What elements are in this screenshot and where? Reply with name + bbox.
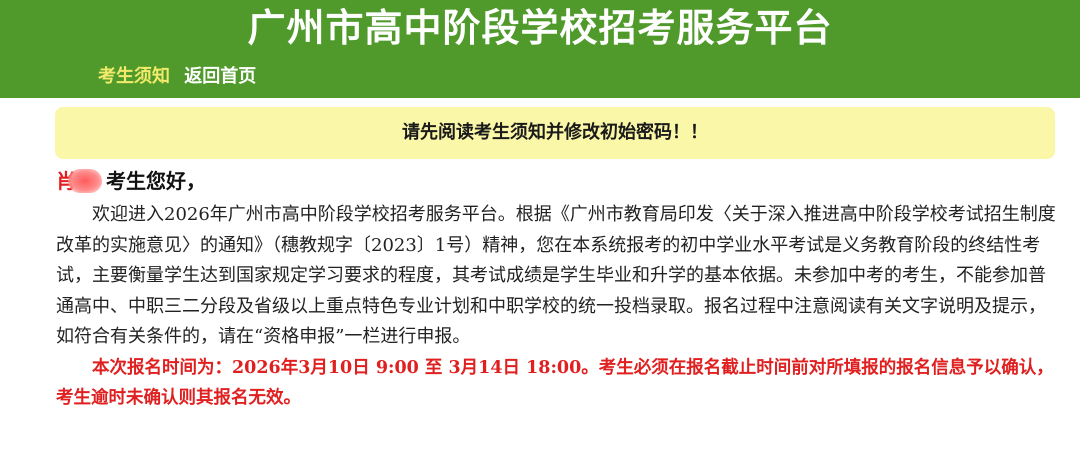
greeting: 肖考生您好， bbox=[56, 166, 206, 196]
site-title: 广州市高中阶段学校招考服务平台 bbox=[247, 6, 833, 50]
intro-paragraph: 欢迎进入2026年广州市高中阶段学校招考服务平台。根据《广州市教育局印发〈关于深… bbox=[56, 204, 1056, 347]
password-alert-banner: 请先阅读考生须知并修改初始密码！！ bbox=[55, 107, 1055, 159]
nav-home-link[interactable]: 返回首页 bbox=[184, 66, 256, 87]
name-redaction-mark bbox=[68, 169, 102, 193]
registration-time-notice: 本次报名时间为：2026年3月10日 9:00 至 3月14日 18:00。考生… bbox=[56, 357, 1054, 409]
greeting-text: 考生您好， bbox=[106, 169, 206, 193]
header-bar: 广州市高中阶段学校招考服务平台 考生须知 返回首页 bbox=[0, 0, 1080, 98]
top-nav: 考生须知 返回首页 bbox=[98, 64, 264, 90]
welcome-content: 欢迎进入2026年广州市高中阶段学校招考服务平台。根据《广州市教育局印发〈关于深… bbox=[56, 200, 1056, 414]
nav-exam-notice-link[interactable]: 考生须知 bbox=[98, 66, 170, 87]
alert-text: 请先阅读考生须知并修改初始密码！！ bbox=[402, 122, 708, 143]
